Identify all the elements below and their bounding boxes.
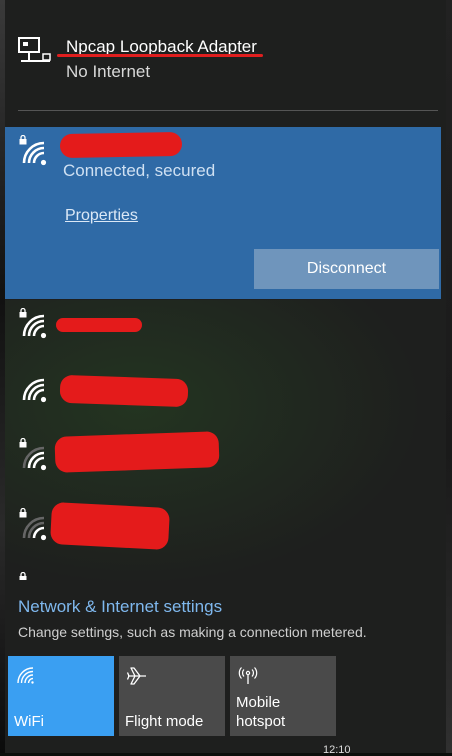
mobile-hotspot-tile[interactable]: Mobile hotspot bbox=[230, 656, 336, 736]
ethernet-icon bbox=[18, 37, 51, 62]
network-flyout: Npcap Loopback Adapter No Internet Conne… bbox=[5, 0, 446, 753]
lock-icon bbox=[19, 572, 27, 580]
properties-link[interactable]: Properties bbox=[65, 207, 138, 225]
redacted-network-name bbox=[59, 374, 189, 408]
desktop-background-right bbox=[446, 0, 452, 753]
redacted-network-name bbox=[59, 131, 183, 159]
network-list-item[interactable] bbox=[5, 300, 446, 360]
hotspot-icon bbox=[238, 667, 258, 684]
airplane-icon bbox=[126, 667, 146, 685]
network-settings-link[interactable]: Network & Internet settings bbox=[18, 597, 222, 617]
wifi-signal-icon bbox=[22, 446, 47, 471]
wifi-icon bbox=[17, 667, 34, 684]
flight-mode-label: Flight mode bbox=[125, 713, 204, 730]
flight-mode-tile[interactable]: Flight mode bbox=[119, 656, 225, 736]
network-list-item[interactable] bbox=[5, 424, 446, 484]
ethernet-status: No Internet bbox=[66, 62, 151, 81]
redacted-network-name bbox=[49, 501, 171, 551]
ethernet-connection[interactable]: Npcap Loopback Adapter No Internet bbox=[5, 0, 446, 110]
redaction-underline bbox=[57, 54, 263, 57]
wifi-signal-icon bbox=[22, 378, 47, 403]
network-settings-description: Change settings, such as making a connec… bbox=[18, 624, 367, 640]
network-list-item[interactable] bbox=[5, 362, 446, 422]
wifi-signal-icon bbox=[22, 516, 47, 541]
wifi-tile-label: WiFi bbox=[14, 713, 44, 730]
redacted-network-name bbox=[56, 318, 142, 332]
connection-status: Connected, secured bbox=[63, 161, 216, 180]
network-list-item[interactable] bbox=[5, 568, 446, 580]
wifi-signal-icon bbox=[22, 141, 47, 166]
disconnect-button[interactable]: Disconnect bbox=[254, 249, 439, 289]
wifi-signal-icon bbox=[22, 314, 47, 339]
redacted-network-name bbox=[54, 431, 220, 473]
network-list-item[interactable] bbox=[5, 500, 446, 560]
connected-network-item[interactable]: Connected, secured Properties Disconnect bbox=[5, 127, 441, 299]
divider bbox=[18, 110, 438, 111]
wifi-toggle-tile[interactable]: WiFi bbox=[8, 656, 114, 736]
mobile-hotspot-label: Mobile hotspot bbox=[236, 694, 286, 730]
taskbar-clock[interactable]: 12:10 bbox=[323, 744, 351, 756]
